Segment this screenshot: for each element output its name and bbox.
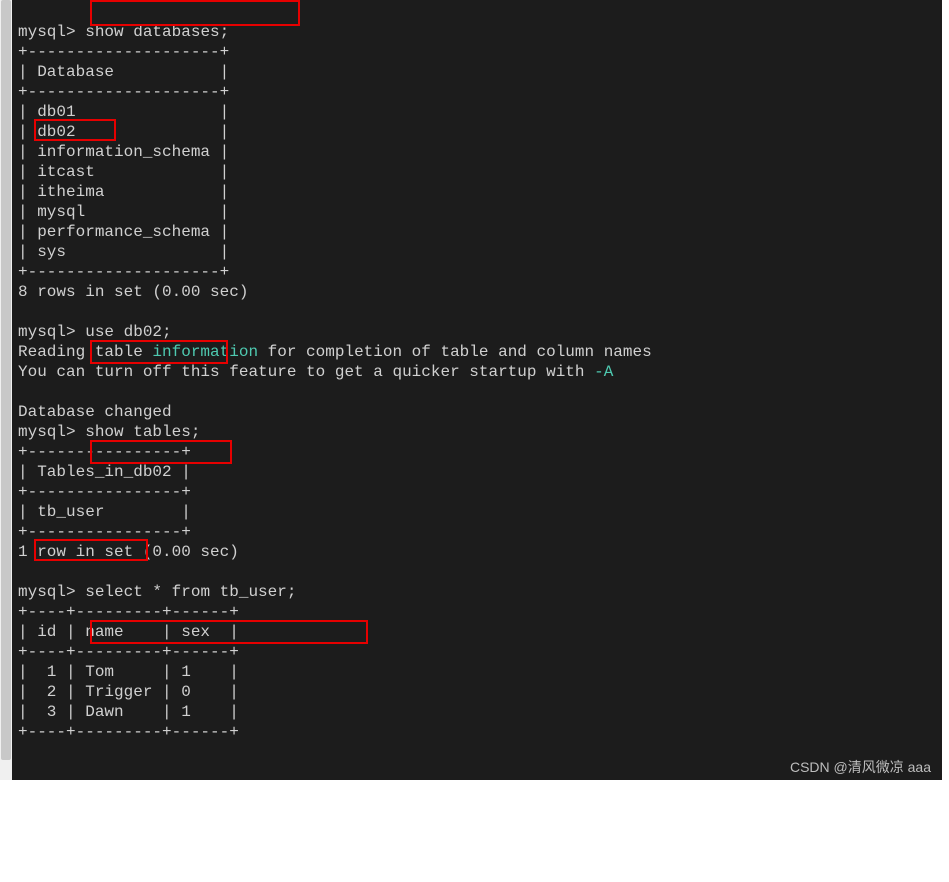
reading-msg: for completion of table and column names — [258, 343, 652, 361]
db-header: | Database | — [18, 63, 229, 81]
sel-row: | 2 | Trigger | 0 | — [18, 683, 239, 701]
cmd-select: select * from tb_user; — [85, 583, 296, 601]
db-row: | sys | — [18, 243, 229, 261]
tb-border: +----------------+ — [18, 443, 191, 461]
db-summary: 8 rows in set (0.00 sec) — [18, 283, 248, 301]
db-row: | mysql | — [18, 203, 229, 221]
reading-flag: -A — [594, 363, 613, 381]
sel-border: +----+---------+------+ — [18, 603, 239, 621]
cmd-show-tables: show tables; — [85, 423, 200, 441]
sel-border: +----+---------+------+ — [18, 643, 239, 661]
reading-msg: You can turn off this feature to get a q… — [18, 363, 594, 381]
watermark: CSDN @清风微凉 aaa — [790, 757, 931, 777]
db-row: | db02 | — [18, 123, 229, 141]
db-row: | information_schema | — [18, 143, 229, 161]
prompt: mysql> — [18, 23, 76, 41]
tb-border: +----------------+ — [18, 483, 191, 501]
db-border: +--------------------+ — [18, 263, 229, 281]
tb-border: +----------------+ — [18, 523, 191, 541]
db-changed: Database changed — [18, 403, 172, 421]
sel-header: | id | name | sex | — [18, 623, 239, 641]
cmd-use-db02: use db02; — [85, 323, 171, 341]
prompt: mysql> — [18, 423, 76, 441]
sel-row: | 3 | Dawn | 1 | — [18, 703, 239, 721]
db-border: +--------------------+ — [18, 43, 229, 61]
sel-border: +----+---------+------+ — [18, 723, 239, 741]
terminal-output: mysql> show databases; +----------------… — [12, 0, 942, 780]
reading-keyword: information — [152, 343, 258, 361]
scrollbar-thumb[interactable] — [1, 0, 11, 760]
db-row: | itcast | — [18, 163, 229, 181]
tb-summary: 1 row in set (0.00 sec) — [18, 543, 239, 561]
prompt: mysql> — [18, 583, 76, 601]
sel-row: | 1 | Tom | 1 | — [18, 663, 239, 681]
cmd-show-databases: show databases; — [85, 23, 229, 41]
db-border: +--------------------+ — [18, 83, 229, 101]
db-row: | itheima | — [18, 183, 229, 201]
db-row: | performance_schema | — [18, 223, 229, 241]
tb-row: | tb_user | — [18, 503, 191, 521]
db-row: | db01 | — [18, 103, 229, 121]
tb-header: | Tables_in_db02 | — [18, 463, 191, 481]
prompt: mysql> — [18, 323, 76, 341]
reading-msg: Reading table — [18, 343, 152, 361]
